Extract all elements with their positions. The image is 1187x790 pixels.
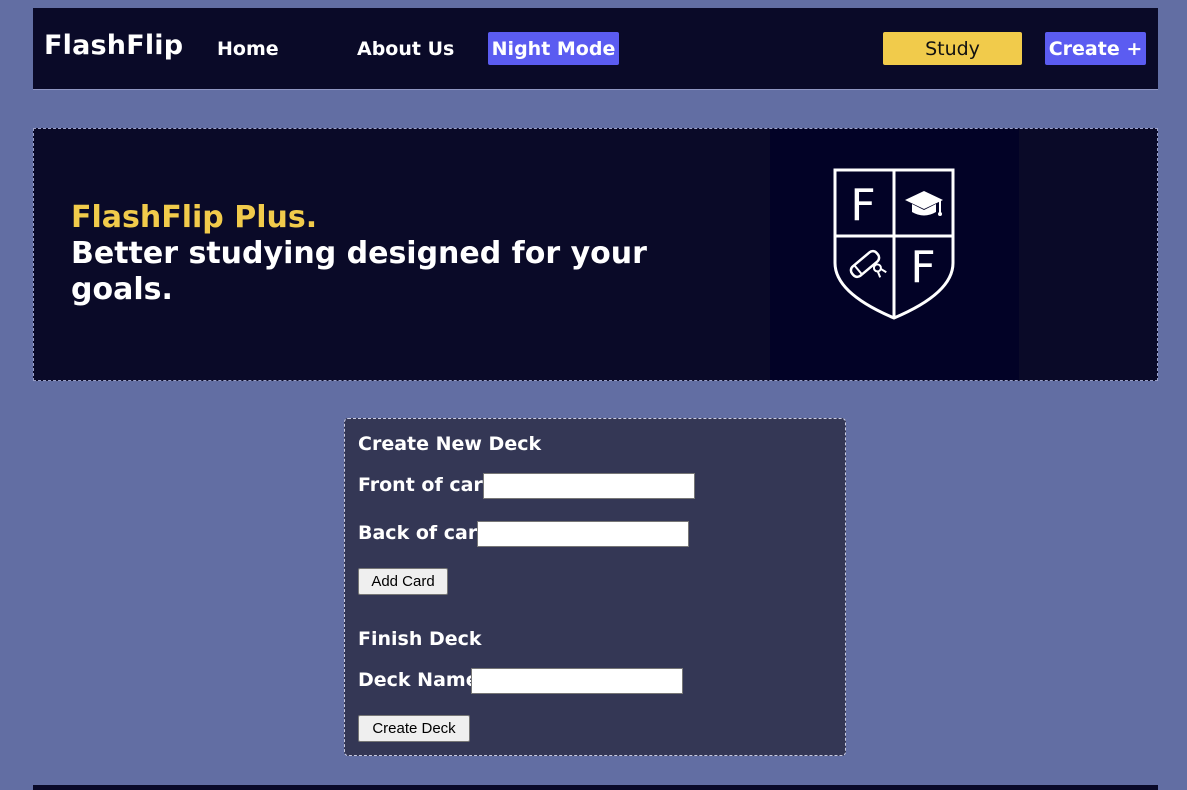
graduation-cap-icon	[905, 191, 943, 216]
night-mode-button[interactable]: Night Mode	[488, 32, 619, 65]
create-deck-heading: Create New Deck	[358, 433, 542, 455]
deck-name-input[interactable]	[471, 668, 683, 694]
deck-name-label: Deck Name:	[358, 669, 487, 691]
nav-link-about-us[interactable]: About Us	[357, 38, 454, 60]
hero-title: FlashFlip Plus.	[71, 200, 318, 235]
diploma-icon	[849, 249, 887, 279]
nav-link-home[interactable]: Home	[217, 38, 279, 60]
hero-text: FlashFlip Plus. Better studying designed…	[71, 200, 671, 308]
crest-letter-top: F	[850, 180, 875, 231]
back-of-card-input[interactable]	[477, 521, 689, 547]
footer-bar	[33, 785, 1158, 790]
study-button[interactable]: Study	[883, 32, 1022, 65]
hero-banner: FlashFlip Plus. Better studying designed…	[33, 128, 1158, 381]
finish-deck-heading: Finish Deck	[358, 628, 482, 650]
create-deck-button[interactable]: Create Deck	[358, 715, 470, 742]
hero-subtitle: Better studying designed for your goals.	[71, 236, 647, 307]
hero-logo-panel: F F	[770, 129, 1019, 380]
crest-letter-bottom: F	[910, 242, 935, 293]
create-deck-form: Create New Deck Front of card: Back of c…	[344, 418, 846, 756]
front-of-card-input[interactable]	[483, 473, 695, 499]
crest-logo-icon: F F	[833, 168, 955, 320]
top-navbar: FlashFlip Home About Us Night Mode Study…	[33, 8, 1158, 90]
brand-logo-text[interactable]: FlashFlip	[44, 30, 183, 61]
create-button[interactable]: Create +	[1045, 32, 1146, 65]
add-card-button[interactable]: Add Card	[358, 568, 448, 595]
